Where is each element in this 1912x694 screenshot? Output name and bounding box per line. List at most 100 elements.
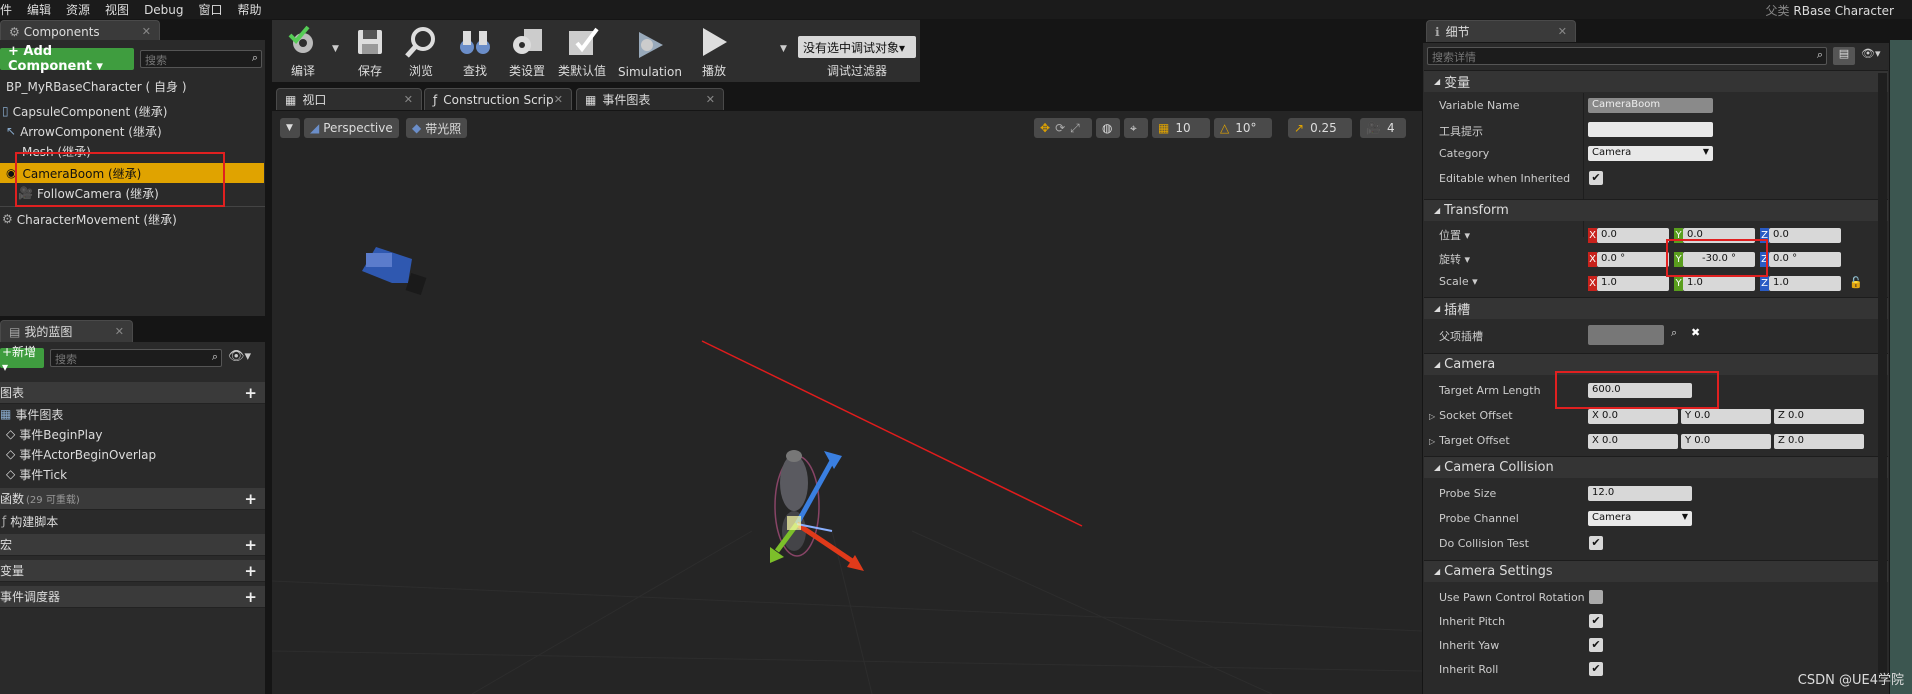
section-variable[interactable]: ◢ 变量	[1424, 70, 1888, 92]
menu-asset[interactable]: 资源	[66, 1, 99, 18]
camera-model[interactable]	[362, 247, 427, 296]
close-icon[interactable]: ✕	[1558, 25, 1567, 38]
socket-offset-y-field[interactable]: Y 0.0	[1681, 409, 1771, 424]
world-local-button[interactable]: ◍	[1096, 118, 1120, 138]
location-z-field[interactable]: 0.0	[1769, 228, 1841, 243]
search-icon[interactable]: ⌕	[252, 51, 258, 65]
components-search-input[interactable]: 搜索 ⌕	[140, 50, 262, 68]
scale-snap-button[interactable]: ↗ 0.25	[1288, 118, 1352, 138]
target-offset-label[interactable]: ▷ Target Offset	[1429, 434, 1510, 447]
event-beginplay[interactable]: ◇ 事件BeginPlay	[0, 424, 264, 444]
event-graph-item[interactable]: ▦ 事件图表	[0, 404, 264, 424]
location-x-field[interactable]: 0.0	[1597, 228, 1669, 243]
parent-class-link[interactable]: RBase Character	[1793, 4, 1894, 18]
simulation-button[interactable]: Simulation	[616, 20, 684, 82]
browse-button[interactable]: 浏览	[396, 20, 446, 82]
surface-snap-button[interactable]: ⌖	[1124, 118, 1148, 138]
view-options-icon[interactable]: ▤	[1833, 47, 1855, 65]
component-root[interactable]: BP_MyRBaseCharacter ( 自身 )	[0, 76, 264, 96]
debug-object-select[interactable]: 没有选中调试对象▾	[798, 36, 916, 58]
close-icon[interactable]: ✕	[706, 93, 715, 106]
functions-category[interactable]: 函数 (29 可重载) +	[0, 488, 265, 510]
section-camera-collision[interactable]: ◢ Camera Collision	[1424, 456, 1888, 478]
perspective-button[interactable]: ◢ Perspective	[304, 118, 399, 138]
component-charmove[interactable]: ⚙ CharacterMovement (继承)	[0, 209, 264, 229]
add-graph-button[interactable]: +	[244, 384, 257, 402]
close-icon[interactable]: ✕	[404, 93, 413, 106]
close-icon[interactable]: ✕	[142, 25, 151, 38]
component-capsule[interactable]: ▯ CapsuleComponent (继承)	[0, 101, 264, 121]
save-button[interactable]: 保存	[348, 20, 392, 82]
tab-construction-script[interactable]: ƒ Construction Scrip ✕	[424, 88, 572, 110]
search-icon[interactable]: ⌕	[1817, 48, 1823, 62]
menu-window[interactable]: 窗口	[199, 1, 232, 18]
tab-components[interactable]: ⚙ Components ✕	[0, 20, 160, 42]
transform-mode-buttons[interactable]: ✥ ⟳ ⤢	[1034, 118, 1092, 138]
inherit-pitch-checkbox[interactable]: ✔	[1589, 614, 1603, 628]
eye-icon[interactable]: 👁▾	[1861, 47, 1881, 60]
menu-edit[interactable]: 编辑	[27, 1, 60, 18]
probe-channel-select[interactable]: Camera ▼	[1588, 511, 1692, 526]
scale-y-field[interactable]: 1.0	[1683, 276, 1755, 291]
parent-socket-field[interactable]	[1588, 325, 1664, 345]
tooltip-field[interactable]	[1588, 122, 1713, 137]
add-macro-button[interactable]: +	[244, 536, 257, 554]
add-variable-button[interactable]: +	[244, 562, 257, 580]
socket-offset-label[interactable]: ▷ Socket Offset	[1429, 409, 1513, 422]
add-dispatcher-button[interactable]: +	[244, 588, 257, 606]
variable-name-field[interactable]: CameraBoom	[1588, 98, 1713, 113]
category-select[interactable]: Camera ▼	[1588, 146, 1713, 161]
variables-category[interactable]: 变量 +	[0, 560, 265, 582]
tab-viewport[interactable]: ▦ 视口 ✕	[276, 88, 422, 110]
tab-event-graph[interactable]: ▦ 事件图表 ✕	[576, 88, 724, 110]
close-icon[interactable]: ✕	[115, 325, 124, 338]
rotation-label[interactable]: 旋转 ▾	[1439, 251, 1470, 267]
inherit-yaw-checkbox[interactable]: ✔	[1589, 638, 1603, 652]
inherit-roll-checkbox[interactable]: ✔	[1589, 662, 1603, 676]
viewport[interactable]: ▼ ◢ Perspective ◆ 带光照 ✥ ⟳ ⤢ ◍ ⌖ ▦ 10 △ 10° ↗ 0.…	[272, 111, 1422, 694]
character-model[interactable]	[774, 450, 820, 557]
blueprint-search-input[interactable]: 搜索 ⌕	[50, 349, 222, 367]
menu-file[interactable]: 件	[0, 1, 21, 18]
section-transform[interactable]: ◢ Transform	[1424, 199, 1888, 221]
rotation-x-field[interactable]: 0.0 °	[1597, 252, 1669, 267]
search-icon[interactable]: ⌕	[212, 350, 218, 364]
details-search-input[interactable]: 搜索详情 ⌕	[1427, 47, 1827, 65]
tab-details[interactable]: ℹ 细节 ✕	[1426, 20, 1576, 42]
play-button[interactable]: 播放	[690, 20, 738, 82]
socket-offset-z-field[interactable]: Z 0.0	[1774, 409, 1864, 424]
compile-button[interactable]: 编译	[276, 20, 330, 82]
scale-z-field[interactable]: 1.0	[1769, 276, 1841, 291]
add-function-button[interactable]: +	[244, 490, 257, 508]
viewport-options-button[interactable]: ▼	[280, 118, 300, 138]
find-button[interactable]: 查找	[452, 20, 498, 82]
target-offset-x-field[interactable]: X 0.0	[1588, 434, 1678, 449]
close-icon[interactable]: ✕	[554, 93, 563, 106]
lit-mode-button[interactable]: ◆ 带光照	[406, 118, 468, 138]
class-settings-button[interactable]: 类设置	[502, 20, 552, 82]
menu-view[interactable]: 视图	[105, 1, 138, 18]
eye-icon[interactable]: 👁▾	[228, 349, 251, 364]
use-pawn-rotation-checkbox[interactable]	[1589, 590, 1603, 604]
macros-category[interactable]: 宏 +	[0, 534, 265, 556]
do-collision-test-checkbox[interactable]: ✔	[1589, 536, 1603, 550]
details-scrollbar[interactable]	[1878, 73, 1887, 673]
scale-label[interactable]: Scale ▾	[1439, 275, 1478, 288]
rotation-z-field[interactable]: 0.0 °	[1769, 252, 1841, 267]
socket-offset-x-field[interactable]: X 0.0	[1588, 409, 1678, 424]
camera-speed-button[interactable]: 🎥 4	[1360, 118, 1406, 138]
menu-help[interactable]: 帮助	[238, 1, 271, 18]
grid-snap-button[interactable]: ▦ 10	[1152, 118, 1210, 138]
target-offset-z-field[interactable]: Z 0.0	[1774, 434, 1864, 449]
tab-my-blueprint[interactable]: ▤ 我的蓝图 ✕	[0, 320, 133, 342]
component-arrow[interactable]: ↖ ArrowComponent (继承)	[0, 121, 264, 141]
menu-debug[interactable]: Debug	[144, 3, 192, 17]
search-icon[interactable]: ⌕	[1671, 326, 1677, 340]
add-component-button[interactable]: + Add Component ▾	[0, 44, 134, 74]
new-button[interactable]: +新增 ▾	[0, 345, 44, 374]
target-offset-y-field[interactable]: Y 0.0	[1681, 434, 1771, 449]
probe-size-field[interactable]: 12.0	[1588, 486, 1692, 501]
chevron-down-icon[interactable]: ▼	[332, 44, 339, 54]
editable-inherited-checkbox[interactable]: ✔	[1589, 171, 1603, 185]
chevron-down-icon[interactable]: ▼	[780, 44, 787, 54]
